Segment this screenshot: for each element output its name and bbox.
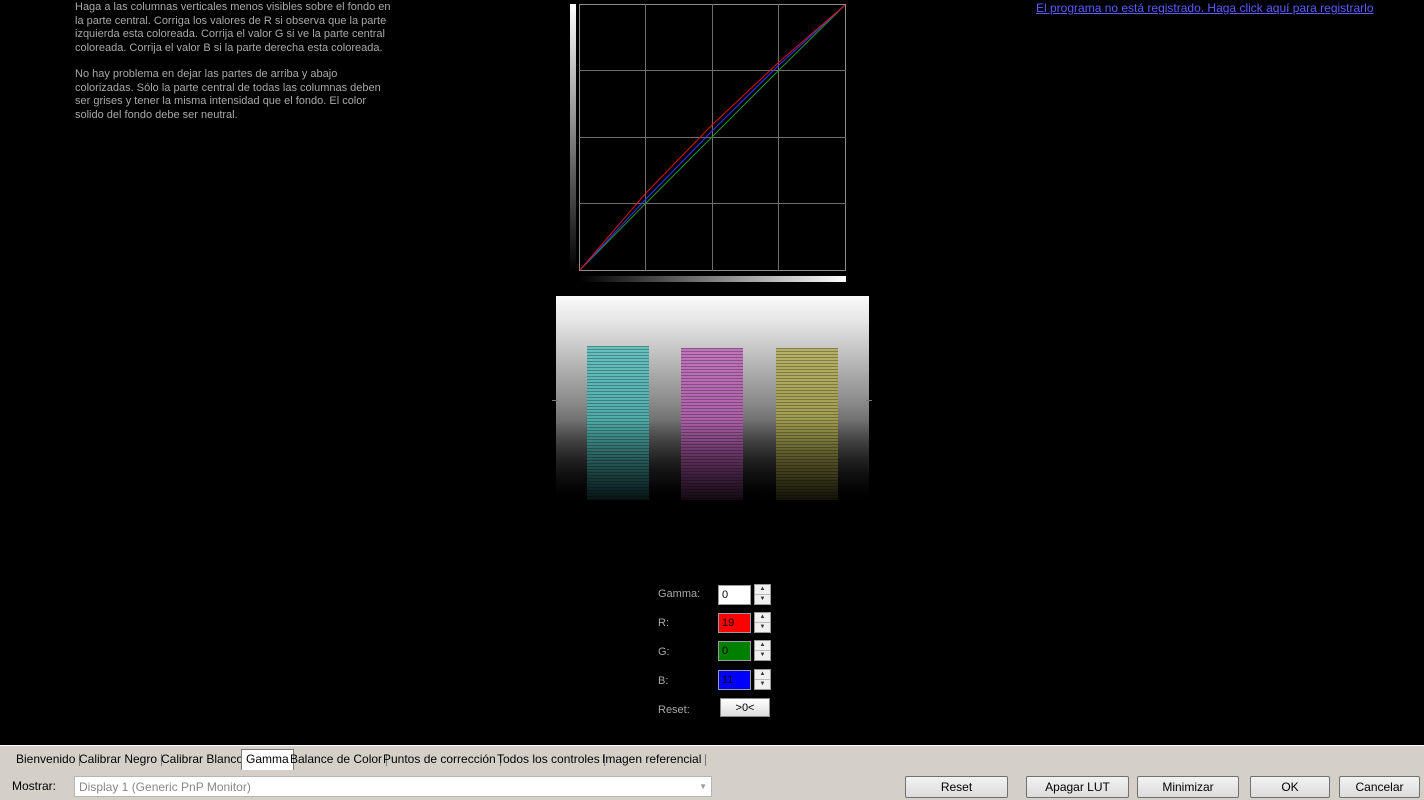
- reset-label: Reset:: [658, 704, 690, 716]
- g-label: G:: [658, 646, 670, 658]
- gamma-label: Gamma:: [658, 588, 701, 600]
- minimize-button[interactable]: Minimizar: [1137, 776, 1239, 798]
- spin-down-icon[interactable]: ▼: [755, 594, 770, 604]
- instructions-paragraph-2: No hay problema en dejar las partes de a…: [75, 68, 381, 121]
- tab-balance-de-color[interactable]: Balance de Color: [286, 750, 388, 771]
- spin-up-icon[interactable]: ▲: [755, 613, 770, 622]
- display-select-value: Display 1 (Generic PnP Monitor): [79, 780, 251, 794]
- horizontal-gray-ramp: [580, 276, 846, 282]
- instructions-paragraph-1: Haga a las columnas verticales menos vis…: [75, 1, 391, 54]
- pattern-fade: [556, 420, 869, 500]
- r-spinner[interactable]: ▲ ▼: [754, 612, 771, 633]
- instructions-text: Haga a las columnas verticales menos vis…: [75, 1, 395, 135]
- pattern-tick-right: [866, 400, 872, 401]
- show-label: Mostrar:: [12, 779, 57, 793]
- b-label: B:: [658, 675, 669, 687]
- g-spinner[interactable]: ▲ ▼: [754, 640, 771, 661]
- gamma-curve-graph: [579, 4, 846, 271]
- tab-label: Bienvenido: [16, 752, 76, 766]
- g-input[interactable]: 0: [718, 641, 751, 661]
- vertical-gray-ramp: [570, 4, 576, 272]
- tab-todos-los-controles[interactable]: Todos los controles: [493, 750, 605, 771]
- display-select[interactable]: Display 1 (Generic PnP Monitor) ▼: [74, 776, 712, 797]
- gamma-input[interactable]: 0: [718, 585, 751, 605]
- gamma-spinner[interactable]: ▲ ▼: [754, 584, 771, 605]
- bottom-bar: Mostrar: Display 1 (Generic PnP Monitor)…: [0, 770, 1424, 800]
- tab-label: Todos los controles: [497, 752, 600, 766]
- lut-off-button[interactable]: Apagar LUT: [1026, 776, 1129, 798]
- reset-zero-button[interactable]: >0<: [720, 698, 770, 717]
- tab-label: Puntos de corrección: [383, 752, 496, 766]
- spin-up-icon[interactable]: ▲: [755, 641, 770, 650]
- spin-down-icon[interactable]: ▼: [755, 679, 770, 689]
- b-input[interactable]: 11: [718, 670, 751, 690]
- cancel-button[interactable]: Cancelar: [1339, 776, 1420, 798]
- reset-button[interactable]: Reset: [905, 776, 1008, 798]
- pattern-tick-left: [552, 400, 558, 401]
- tab-label: Calibrar Negro: [79, 752, 158, 766]
- tab-label: Gamma: [246, 752, 289, 766]
- tab-calibrar-negro[interactable]: Calibrar Negro: [75, 750, 163, 771]
- tab-puntos-de-correccion[interactable]: Puntos de corrección: [379, 750, 501, 771]
- spin-up-icon[interactable]: ▲: [755, 670, 770, 679]
- r-input[interactable]: 19: [718, 613, 751, 633]
- tab-label: Imagen referencial: [602, 752, 702, 766]
- spin-up-icon[interactable]: ▲: [755, 585, 770, 594]
- tab-label: Balance de Color: [290, 752, 383, 766]
- register-link[interactable]: El programa no está registrado. Haga cli…: [1036, 1, 1374, 15]
- chevron-down-icon[interactable]: ▼: [699, 782, 707, 791]
- spin-down-icon[interactable]: ▼: [755, 650, 770, 660]
- tab-bienvenido[interactable]: Bienvenido: [12, 750, 81, 771]
- r-label: R:: [658, 617, 669, 629]
- tab-bar: Bienvenido Calibrar Negro Calibrar Blanc…: [0, 745, 1424, 770]
- b-spinner[interactable]: ▲ ▼: [754, 669, 771, 690]
- gamma-test-pattern: [556, 296, 869, 500]
- spin-down-icon[interactable]: ▼: [755, 622, 770, 632]
- tab-calibrar-blanco[interactable]: Calibrar Blanco: [157, 750, 249, 771]
- tab-label: Calibrar Blanco: [161, 752, 244, 766]
- tab-imagen-referencial[interactable]: Imagen referencial: [598, 750, 707, 771]
- ok-button[interactable]: OK: [1250, 776, 1330, 798]
